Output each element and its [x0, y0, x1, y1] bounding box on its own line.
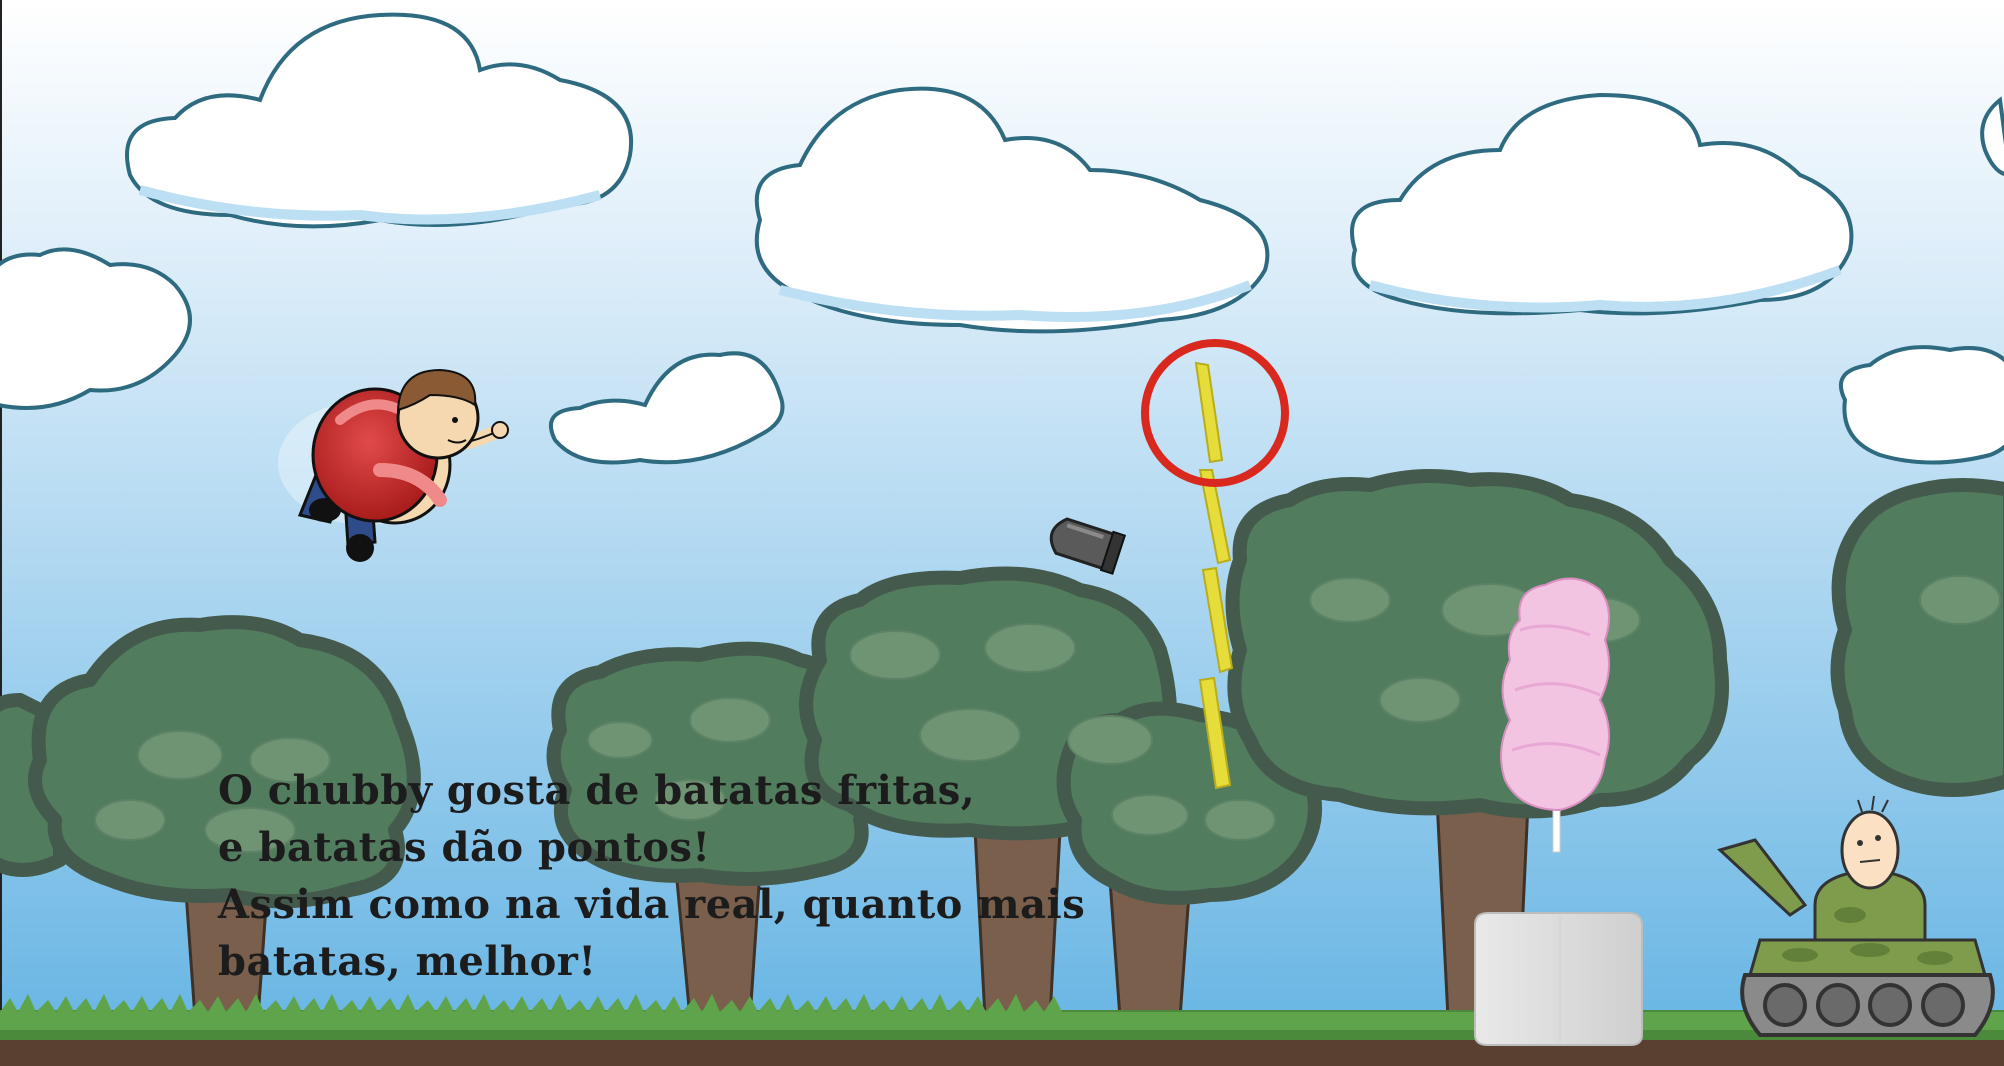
tutorial-line: O chubby gosta de batatas fritas, [218, 767, 976, 814]
left-edge-bar [0, 0, 2, 1066]
sugar-cube-block [1474, 912, 1643, 1046]
game-scene[interactable]: O chubby gosta de batatas fritas, e bata… [0, 0, 2004, 1066]
tutorial-line: batatas, melhor! [218, 938, 597, 985]
tutorial-line: Assim como na vida real, quanto mais [218, 881, 1086, 928]
tutorial-message: O chubby gosta de batatas fritas, e bata… [218, 762, 1118, 990]
tutorial-line: e batatas dão pontos! [218, 824, 711, 871]
cloud [1838, 345, 2004, 465]
